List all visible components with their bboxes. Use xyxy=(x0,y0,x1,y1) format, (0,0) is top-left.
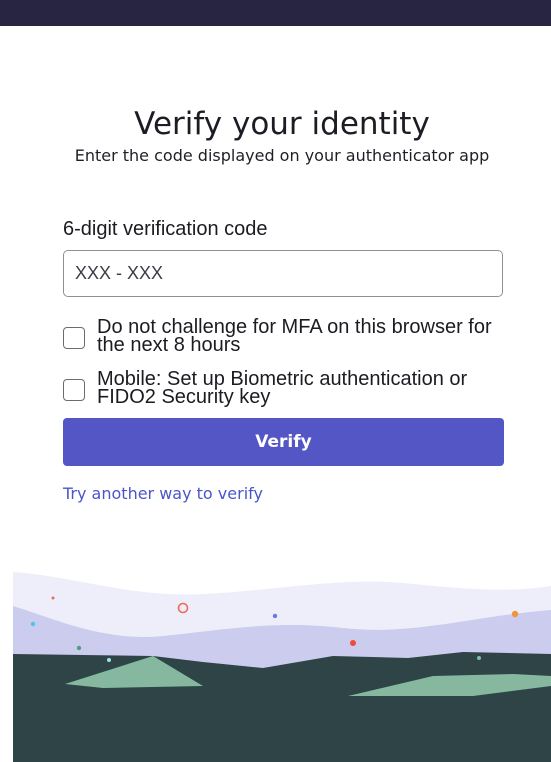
biometric-setup-checkbox[interactable] xyxy=(63,379,85,401)
confetti-dot xyxy=(107,658,111,662)
confetti-dot xyxy=(272,613,278,619)
left-edge xyxy=(0,26,13,762)
decorative-landscape xyxy=(13,572,551,762)
confetti-dot xyxy=(511,610,519,618)
verification-code-input[interactable] xyxy=(63,250,503,297)
confetti-dot xyxy=(350,640,356,646)
biometric-setup-label: Mobile: Set up Biometric authentication … xyxy=(97,368,468,408)
top-bar xyxy=(0,0,551,26)
verify-button[interactable]: Verify xyxy=(63,418,504,466)
code-label: 6-digit verification code xyxy=(63,218,268,240)
confetti-dot xyxy=(30,621,36,627)
confetti-dot xyxy=(477,656,481,660)
biometric-setup-row[interactable]: Mobile: Set up Biometric authentication … xyxy=(63,368,497,408)
page-subtitle: Enter the code displayed on your authent… xyxy=(74,146,490,165)
remember-browser-label: Do not challenge for MFA on this browser… xyxy=(97,316,492,356)
confetti-dot xyxy=(51,596,55,600)
mountain-range xyxy=(13,652,551,762)
verify-card: Verify your identity Enter the code disp… xyxy=(13,26,551,762)
try-another-way-link[interactable]: Try another way to verify xyxy=(63,483,263,505)
page-title: Verify your identity xyxy=(134,106,430,142)
remember-browser-checkbox[interactable] xyxy=(63,327,85,349)
page-frame: Verify your identity Enter the code disp… xyxy=(0,0,551,762)
remember-browser-row[interactable]: Do not challenge for MFA on this browser… xyxy=(63,316,497,356)
confetti-dot xyxy=(76,645,82,651)
